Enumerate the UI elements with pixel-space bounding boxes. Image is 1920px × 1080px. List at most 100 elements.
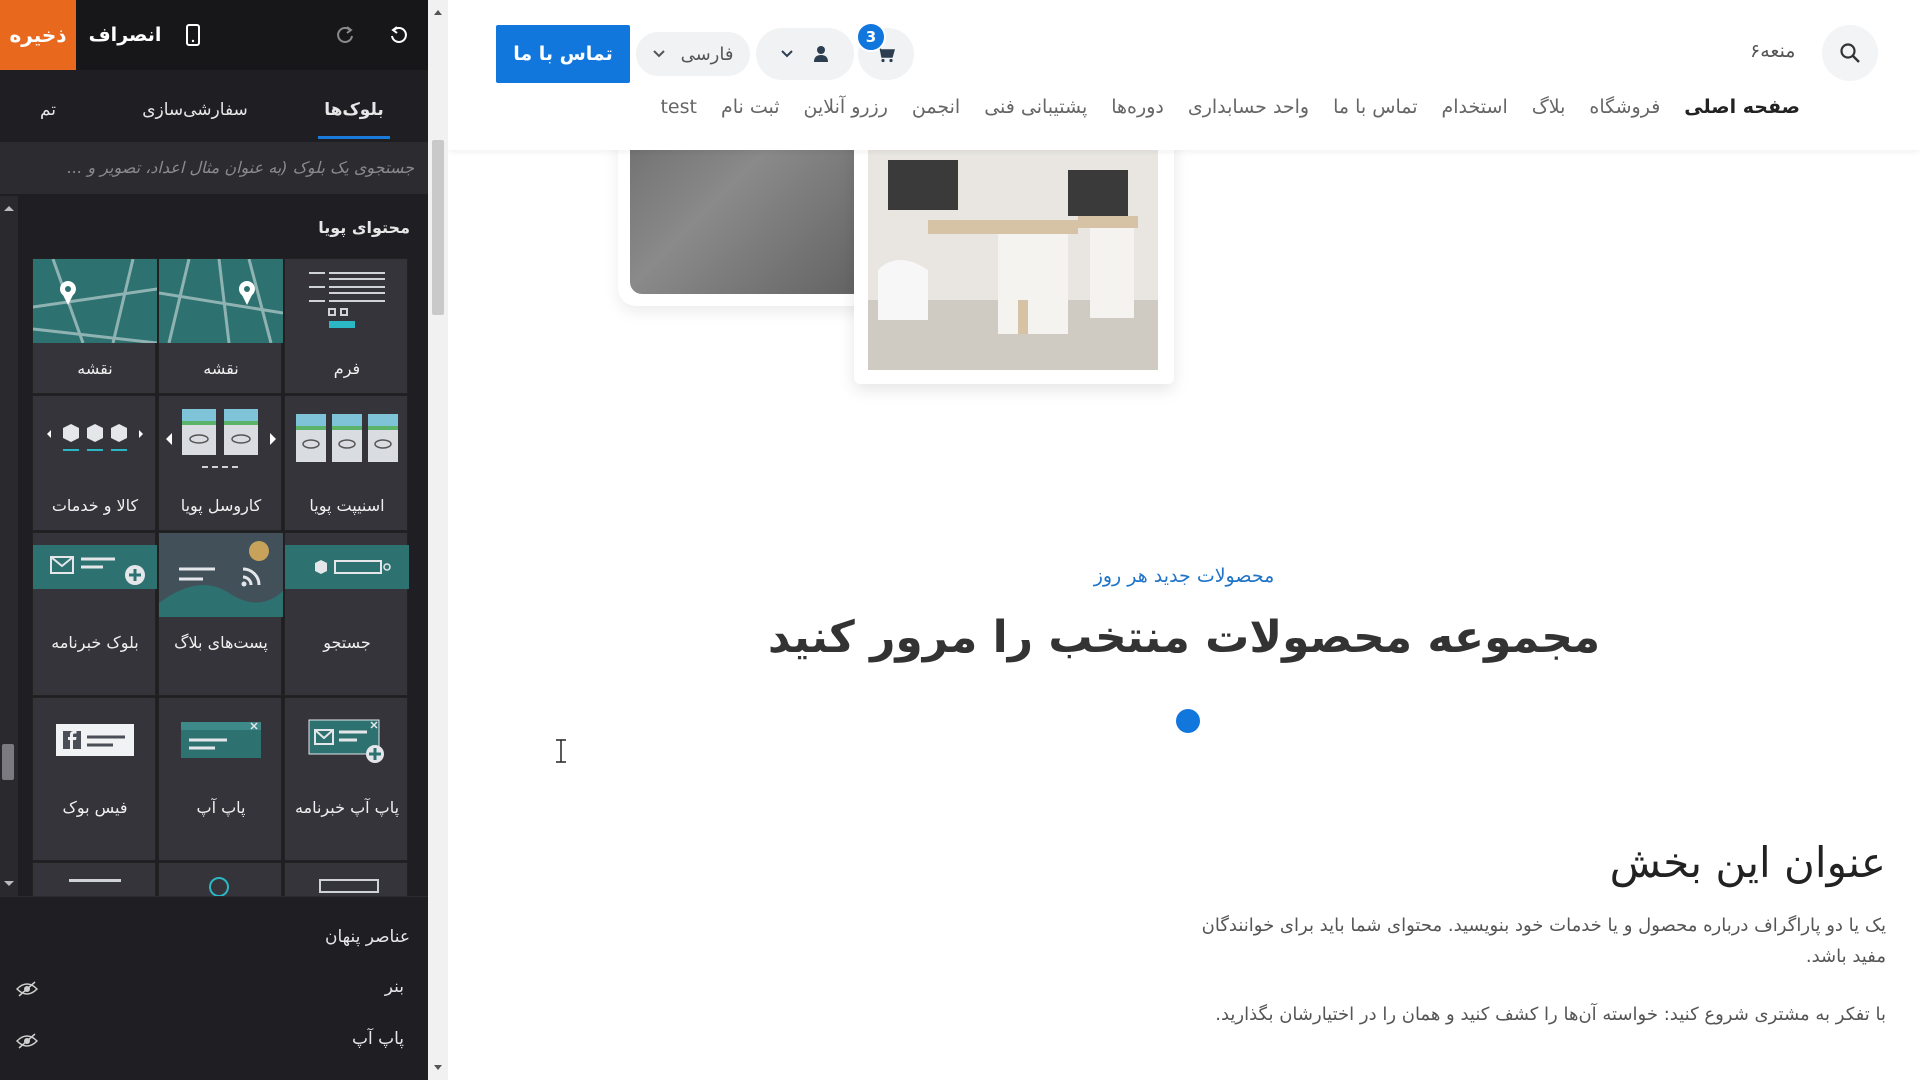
- block-map-2[interactable]: نقشه: [32, 258, 157, 394]
- search-icon: [1840, 43, 1860, 63]
- loading-dot: [1176, 709, 1200, 733]
- block-label: پاپ آپ: [196, 798, 246, 817]
- hidden-elements-title: عناصر پنهان: [324, 927, 410, 947]
- block-products[interactable]: کالا و خدمات: [32, 395, 156, 531]
- office-desk-image: [868, 150, 1158, 370]
- mobile-preview-icon[interactable]: [178, 20, 208, 50]
- user-icon: [814, 46, 828, 62]
- dynamic-snippet-icon: [285, 396, 409, 480]
- main-nav: صفحه اصلی فروشگاه بلاگ استخدام تماس با م…: [660, 96, 1800, 126]
- block-popup[interactable]: پاپ آپ: [158, 697, 282, 861]
- text-paragraph-1[interactable]: یک یا دو پاراگراف درباره محصول و یا خدما…: [1186, 910, 1886, 972]
- hidden-item-popup[interactable]: پاپ آپ: [352, 1029, 404, 1049]
- editor-tabs: بلوک‌ها سفارشی‌سازی تم: [0, 88, 428, 142]
- cancel-button[interactable]: انصراف: [89, 0, 162, 70]
- hidden-elements-panel: عناصر پنهان بنر پاپ آپ: [0, 896, 428, 1080]
- newsletter-popup-icon: [285, 698, 409, 782]
- section-title: محتوای پویا: [318, 218, 410, 237]
- tab-theme[interactable]: تم: [20, 100, 76, 120]
- block-label: پست‌های بلاگ: [174, 633, 268, 652]
- active-tab-indicator: [318, 136, 390, 139]
- block-label: اسنیپت پویا: [309, 496, 385, 515]
- blocks-scrollbar[interactable]: [0, 196, 18, 896]
- cart-count-badge: 3: [856, 22, 886, 52]
- nav-item-jobs[interactable]: استخدام: [1442, 96, 1508, 126]
- block-partial[interactable]: [284, 862, 408, 896]
- nav-item-signup[interactable]: ثبت نام: [721, 96, 780, 126]
- text-paragraph-2[interactable]: با تفکر به مشتری شروع کنید: خواسته آن‌ها…: [1186, 999, 1886, 1030]
- nav-item-accounting[interactable]: واحد حسابداری: [1188, 96, 1309, 126]
- editor-topbar: ذخیره انصراف: [0, 0, 428, 70]
- block-thumb-icon: [69, 879, 121, 882]
- language-selector[interactable]: فارسی: [636, 32, 750, 76]
- text-cursor-icon: [556, 739, 566, 763]
- page-scroll-thumb[interactable]: [432, 140, 444, 315]
- block-blog-posts[interactable]: پست‌های بلاگ: [158, 532, 283, 696]
- block-dynamic-carousel[interactable]: کاروسل پویا: [158, 395, 282, 531]
- block-partial[interactable]: [32, 862, 156, 896]
- block-newsletter-popup[interactable]: پاپ آپ خبرنامه: [284, 697, 408, 861]
- user-menu-button[interactable]: [756, 28, 854, 80]
- form-icon: [285, 259, 409, 343]
- nav-item-blog[interactable]: بلاگ: [1532, 96, 1566, 126]
- nav-item-contact[interactable]: تماس با ما: [1333, 96, 1417, 126]
- block-partial[interactable]: [158, 862, 282, 896]
- search-block-icon: [285, 533, 409, 601]
- dynamic-carousel-icon: [159, 396, 283, 480]
- eye-slash-icon[interactable]: [16, 1033, 38, 1049]
- map-icon: [159, 259, 283, 343]
- nav-item-helpdesk[interactable]: پشتیبانی فنی: [984, 96, 1087, 126]
- nav-item-forum[interactable]: انجمن: [912, 96, 960, 126]
- block-map[interactable]: نقشه: [158, 258, 283, 394]
- block-search[interactable]: جستجو: [284, 532, 409, 696]
- block-label: کالا و خدمات: [51, 496, 139, 515]
- block-label: کاروسل پویا: [180, 496, 262, 515]
- nav-item-appointment[interactable]: رزرو آنلاین: [804, 96, 888, 126]
- text-section-title[interactable]: عنوان این بخش: [1610, 838, 1886, 887]
- site-logo[interactable]: منعه۶: [1750, 40, 1795, 62]
- blocks-panel: محتوای پویا فرم نقشه نقشه اسنیپت پویا کا…: [18, 196, 428, 896]
- chevron-down-icon: [652, 50, 665, 58]
- section-heading: مجموعه محصولات منتخب را مرور کنید: [767, 612, 1601, 663]
- block-label: فرم: [333, 359, 361, 378]
- nav-item-shop[interactable]: فروشگاه: [1589, 96, 1660, 126]
- block-label: فیس بوک: [62, 798, 128, 817]
- redo-icon[interactable]: [330, 20, 360, 50]
- blocks-scroll-thumb[interactable]: [2, 744, 14, 780]
- contact-us-button[interactable]: تماس با ما: [496, 25, 630, 83]
- popup-icon: [159, 698, 283, 782]
- block-label: نقشه: [77, 359, 113, 378]
- block-label: بلوک خبرنامه: [51, 633, 139, 652]
- nav-item-home[interactable]: صفحه اصلی: [1684, 96, 1800, 126]
- page-scrollbar[interactable]: [428, 0, 448, 1080]
- newsletter-block-icon: [33, 533, 157, 601]
- block-form[interactable]: فرم: [284, 258, 408, 394]
- site-header: منعه۶ 3 فارسی تماس با ما صفحه اصلی فروشگ…: [448, 0, 1920, 150]
- chevron-down-icon: [781, 50, 793, 58]
- language-label: فارسی: [680, 43, 734, 65]
- block-facebook[interactable]: فیس بوک: [32, 697, 156, 861]
- block-label: جستجو: [323, 633, 371, 652]
- eye-slash-icon[interactable]: [16, 981, 38, 997]
- tab-customize[interactable]: سفارشی‌سازی: [130, 100, 260, 120]
- save-button[interactable]: ذخیره: [0, 0, 76, 70]
- facebook-icon: [33, 698, 157, 782]
- block-label: نقشه: [203, 359, 239, 378]
- block-label: پاپ آپ خبرنامه: [294, 798, 400, 817]
- nav-item-courses[interactable]: دوره‌ها: [1111, 96, 1164, 126]
- blog-posts-icon: [159, 533, 283, 617]
- nav-item-test[interactable]: test: [660, 96, 697, 126]
- block-thumb-icon: [319, 879, 379, 893]
- section-subheading: محصولات جدید هر روز: [1093, 565, 1275, 587]
- block-newsletter[interactable]: بلوک خبرنامه: [32, 532, 157, 696]
- block-search-input[interactable]: جستجوی یک بلوک (به عنوان مثال اعداد، تصو…: [0, 142, 428, 194]
- hidden-item-banner[interactable]: بنر: [385, 977, 404, 997]
- tab-blocks[interactable]: بلوک‌ها: [318, 100, 390, 120]
- products-icon: [33, 396, 157, 480]
- block-dynamic-snippet[interactable]: اسنیپت پویا: [284, 395, 408, 531]
- hero-image-front[interactable]: [854, 110, 1174, 384]
- block-thumb-icon: [209, 877, 229, 896]
- editor-sidebar: ذخیره انصراف بلوک‌ها سفارشی‌سازی تم جستج…: [0, 0, 428, 1080]
- site-search-button[interactable]: [1822, 25, 1878, 81]
- undo-icon[interactable]: [384, 20, 414, 50]
